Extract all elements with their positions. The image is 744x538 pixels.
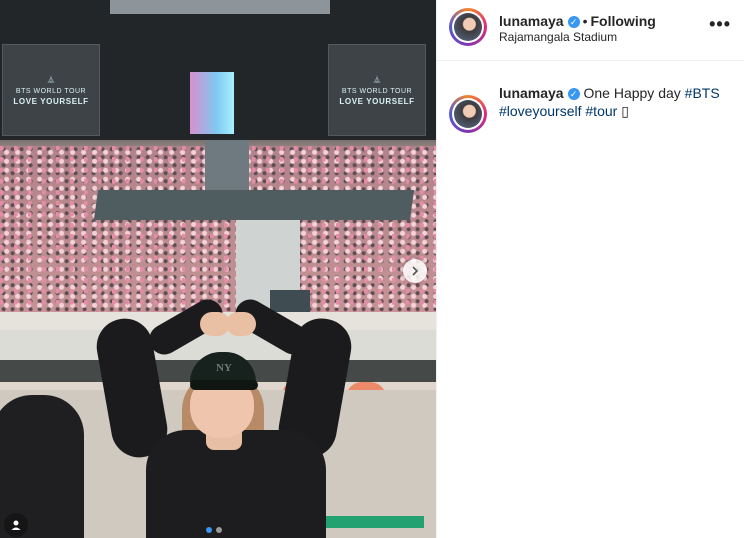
hashtag-loveyourself[interactable]: #loveyourself: [499, 103, 582, 119]
carousel-indicator: [206, 527, 222, 533]
caption-text: One Happy day: [583, 85, 681, 101]
woman-heart-pose: NY: [0, 0, 436, 538]
caption: lunamaya ✓ One Happy day #BTS #loveyourse…: [499, 84, 729, 120]
right-hand: [226, 312, 256, 336]
hashtag-tour[interactable]: #tour: [585, 103, 617, 119]
avatar-image: [454, 13, 482, 41]
caption-username-link[interactable]: lunamaya: [499, 85, 564, 101]
verified-badge-icon: ✓: [567, 16, 580, 29]
following-button[interactable]: Following: [591, 13, 656, 29]
avatar-image: [454, 100, 482, 128]
avatar[interactable]: [449, 8, 487, 46]
post-side-panel: lunamaya ✓ • Following Rajamangala Stadium …: [436, 0, 744, 538]
post-photo[interactable]: ⏅ BTS WORLD TOUR LOVE YOURSELF ⏅ BTS WOR…: [0, 0, 436, 538]
separator: •: [582, 13, 588, 29]
username-link[interactable]: lunamaya: [499, 13, 564, 29]
carousel-dot-active: [206, 527, 212, 533]
cap-brim: [190, 380, 258, 390]
caption-emoji: ▯: [621, 103, 629, 119]
carousel-next-button[interactable]: [403, 259, 427, 283]
caption-avatar[interactable]: [449, 95, 487, 133]
carousel-dot: [216, 527, 222, 533]
user-tag-button[interactable]: [4, 513, 28, 537]
post-header: lunamaya ✓ • Following Rajamangala Stadium …: [437, 0, 744, 61]
more-options-button[interactable]: •••: [709, 14, 731, 35]
cap-logo: NY: [216, 362, 232, 374]
header-user-line: lunamaya ✓ • Following: [499, 13, 656, 29]
hashtag-bts[interactable]: #BTS: [685, 85, 720, 101]
user-tag-icon: [11, 520, 21, 530]
chevron-right-icon: [412, 266, 419, 276]
location-link[interactable]: Rajamangala Stadium: [499, 30, 617, 44]
verified-badge-icon: ✓: [567, 88, 580, 101]
